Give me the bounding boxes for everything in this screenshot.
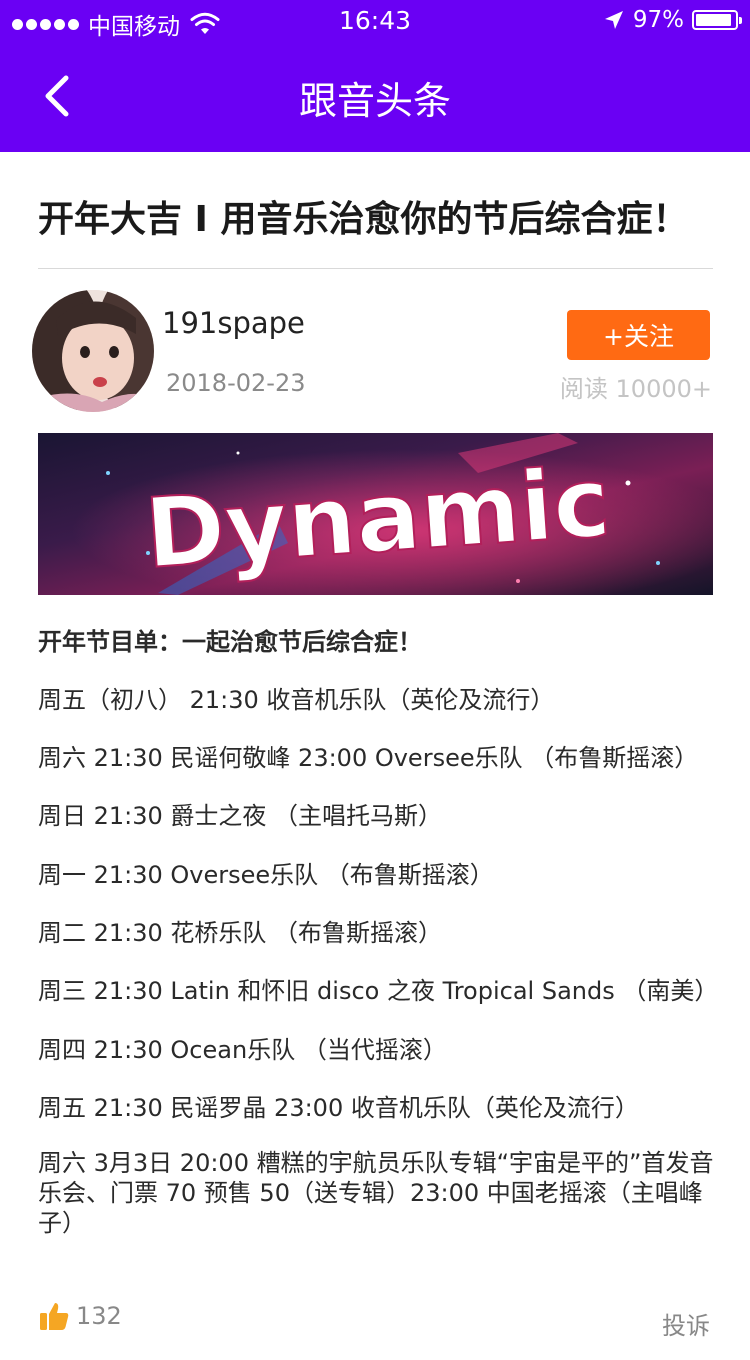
- battery-percent: 97%: [632, 7, 684, 33]
- article-title: 开年大吉 I 用音乐治愈你的节后综合症！: [38, 199, 689, 240]
- follow-button[interactable]: +关注: [567, 310, 710, 360]
- like-button[interactable]: 132: [38, 1300, 122, 1332]
- author-name[interactable]: 191spape: [162, 306, 305, 340]
- schedule-line: 周五（初八） 21:30 收音机乐队（英伦及流行）: [38, 686, 555, 714]
- report-button[interactable]: 投诉: [662, 1306, 710, 1341]
- article-banner: Dynamic: [38, 433, 713, 595]
- schedule-line: 周二 21:30 花桥乐队 （布鲁斯摇滚）: [38, 919, 443, 947]
- banner-image: Dynamic: [38, 433, 713, 595]
- schedule-line: 周六 21:30 民谣何敬峰 23:00 Oversee乐队 （布鲁斯摇滚）: [38, 744, 699, 772]
- header-bar: 中国移动 16:43 97% 跟音头条: [0, 0, 750, 152]
- schedule-line: 周三 21:30 Latin 和怀旧 disco 之夜 Tropical San…: [38, 977, 719, 1005]
- thumbs-up-icon: [40, 1303, 69, 1330]
- schedule-line: 周日 21:30 爵士之夜 （主唱托马斯）: [38, 802, 443, 830]
- publish-date: 2018-02-23: [166, 369, 306, 397]
- title-divider: [38, 268, 713, 269]
- schedule-line: 周五 21:30 民谣罗晶 23:00 收音机乐队（英伦及流行）: [38, 1094, 639, 1122]
- schedule-line: 周一 21:30 Oversee乐队 （布鲁斯摇滚）: [38, 861, 494, 889]
- status-bar: 中国移动 16:43 97%: [0, 0, 750, 42]
- location-arrow-icon: [604, 11, 623, 29]
- status-right: 97%: [603, 7, 742, 33]
- article-headline: 开年节目单：一起治愈节后综合症！: [38, 628, 422, 656]
- schedule-line: 周四 21:30 Ocean乐队 （当代摇滚）: [38, 1036, 447, 1064]
- avatar-image: [32, 290, 154, 412]
- author-avatar[interactable]: [32, 290, 154, 412]
- schedule-paragraph: 周六 3月3日 20:00 糟糕的宇航员乐队专辑“宇宙是平的”首发音乐会、门票 …: [38, 1149, 714, 1237]
- battery-fill: [696, 14, 732, 26]
- like-count: 132: [76, 1302, 122, 1330]
- battery-icon: [692, 10, 742, 30]
- read-count: 阅读 10000+: [559, 375, 712, 403]
- page-title: 跟音头条: [298, 79, 451, 123]
